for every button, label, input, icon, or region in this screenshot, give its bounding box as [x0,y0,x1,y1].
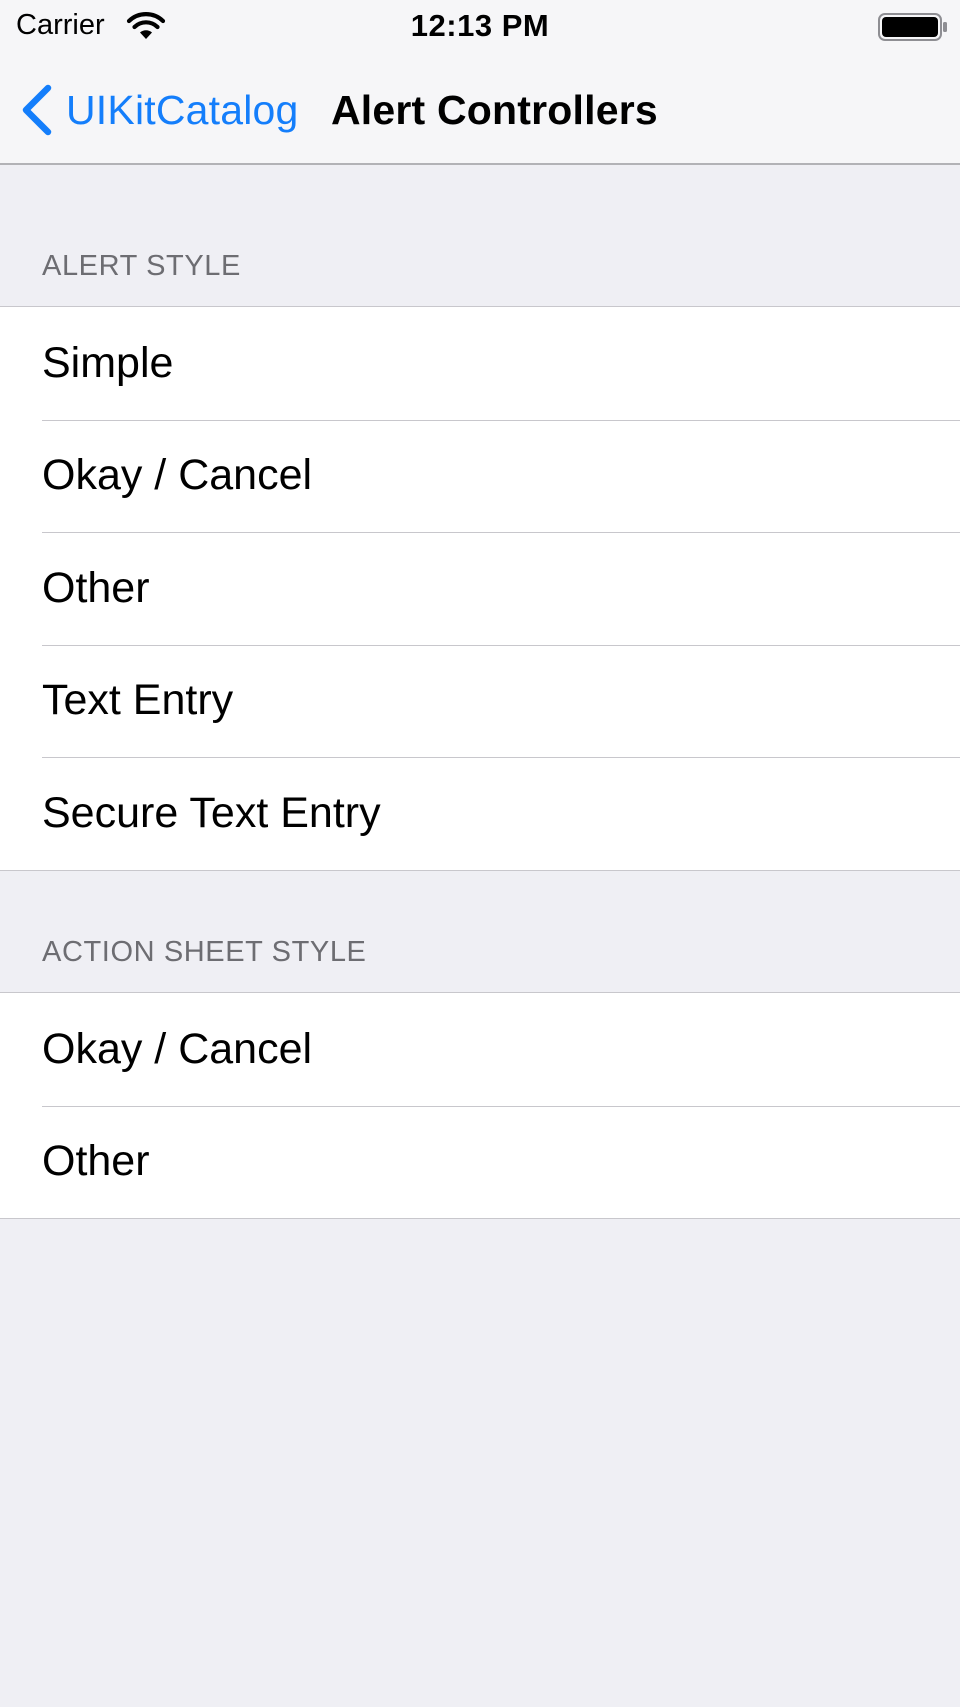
status-time: 12:13 PM [410,8,550,43]
list-item-action-other[interactable]: Other [0,1105,960,1219]
nav-bar: UIKitCatalog Alert Controllers [0,70,960,150]
alert-style-group: Simple Okay / Cancel Other Text Entry Se… [0,306,960,871]
navigation-bar: Carrier 12:13 PM UIKitCatalog Alert Cont… [0,0,960,165]
list-item-action-okay-cancel[interactable]: Okay / Cancel [0,993,960,1106]
back-button[interactable]: UIKitCatalog [18,70,299,150]
back-button-label: UIKitCatalog [66,86,299,133]
list-item-okay-cancel[interactable]: Okay / Cancel [0,419,960,533]
list-item-secure-text-entry[interactable]: Secure Text Entry [0,757,960,870]
list-item-other[interactable]: Other [0,532,960,645]
action-sheet-style-group: Okay / Cancel Other [0,992,960,1219]
battery-icon [878,13,947,41]
chevron-left-icon [22,84,52,136]
section-header-action-sheet-style: ACTION SHEET STYLE [42,936,367,968]
status-bar: Carrier 12:13 PM [0,0,960,54]
section-header-alert-style: ALERT STYLE [42,250,241,282]
list-item-simple[interactable]: Simple [0,307,960,420]
page-title: Alert Controllers [331,87,658,133]
list-item-text-entry[interactable]: Text Entry [0,644,960,758]
